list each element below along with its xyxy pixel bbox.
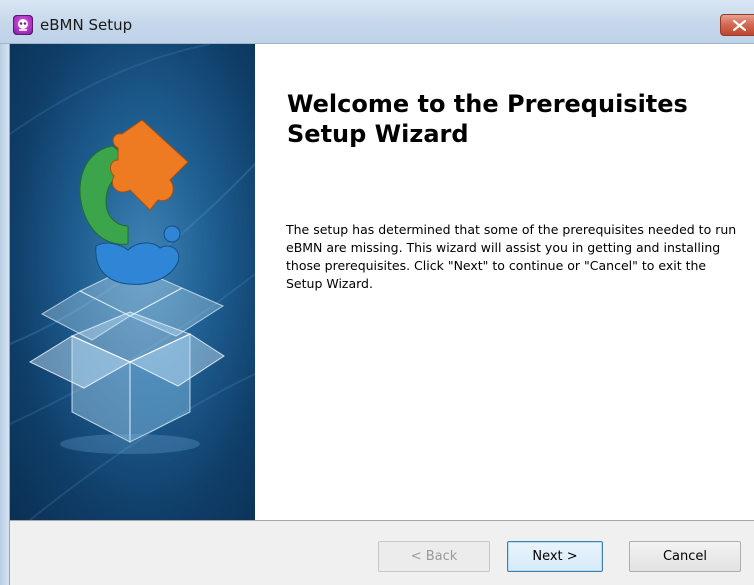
window-title: eBMN Setup	[40, 16, 133, 34]
window-left-border	[0, 0, 10, 585]
puzzle-box-illustration	[10, 44, 255, 520]
wizard-description: The setup has determined that some of th…	[286, 222, 737, 291]
setup-window: eBMN Setup Welcome to the Prerequisites …	[0, 0, 754, 585]
wizard-side-banner	[10, 44, 255, 520]
back-button[interactable]: < Back	[378, 541, 490, 572]
wizard-content: Welcome to the Prerequisites Setup Wizar…	[255, 44, 754, 520]
title-bar[interactable]: eBMN Setup	[0, 0, 754, 44]
cancel-button[interactable]: Cancel	[629, 541, 741, 572]
close-icon	[733, 20, 746, 31]
app-logo-icon	[13, 15, 33, 35]
button-bar: < Back Next > Cancel	[10, 520, 754, 585]
next-button[interactable]: Next >	[507, 541, 603, 572]
wizard-heading: Welcome to the Prerequisites Setup Wizar…	[287, 90, 688, 148]
close-button[interactable]	[720, 14, 754, 36]
